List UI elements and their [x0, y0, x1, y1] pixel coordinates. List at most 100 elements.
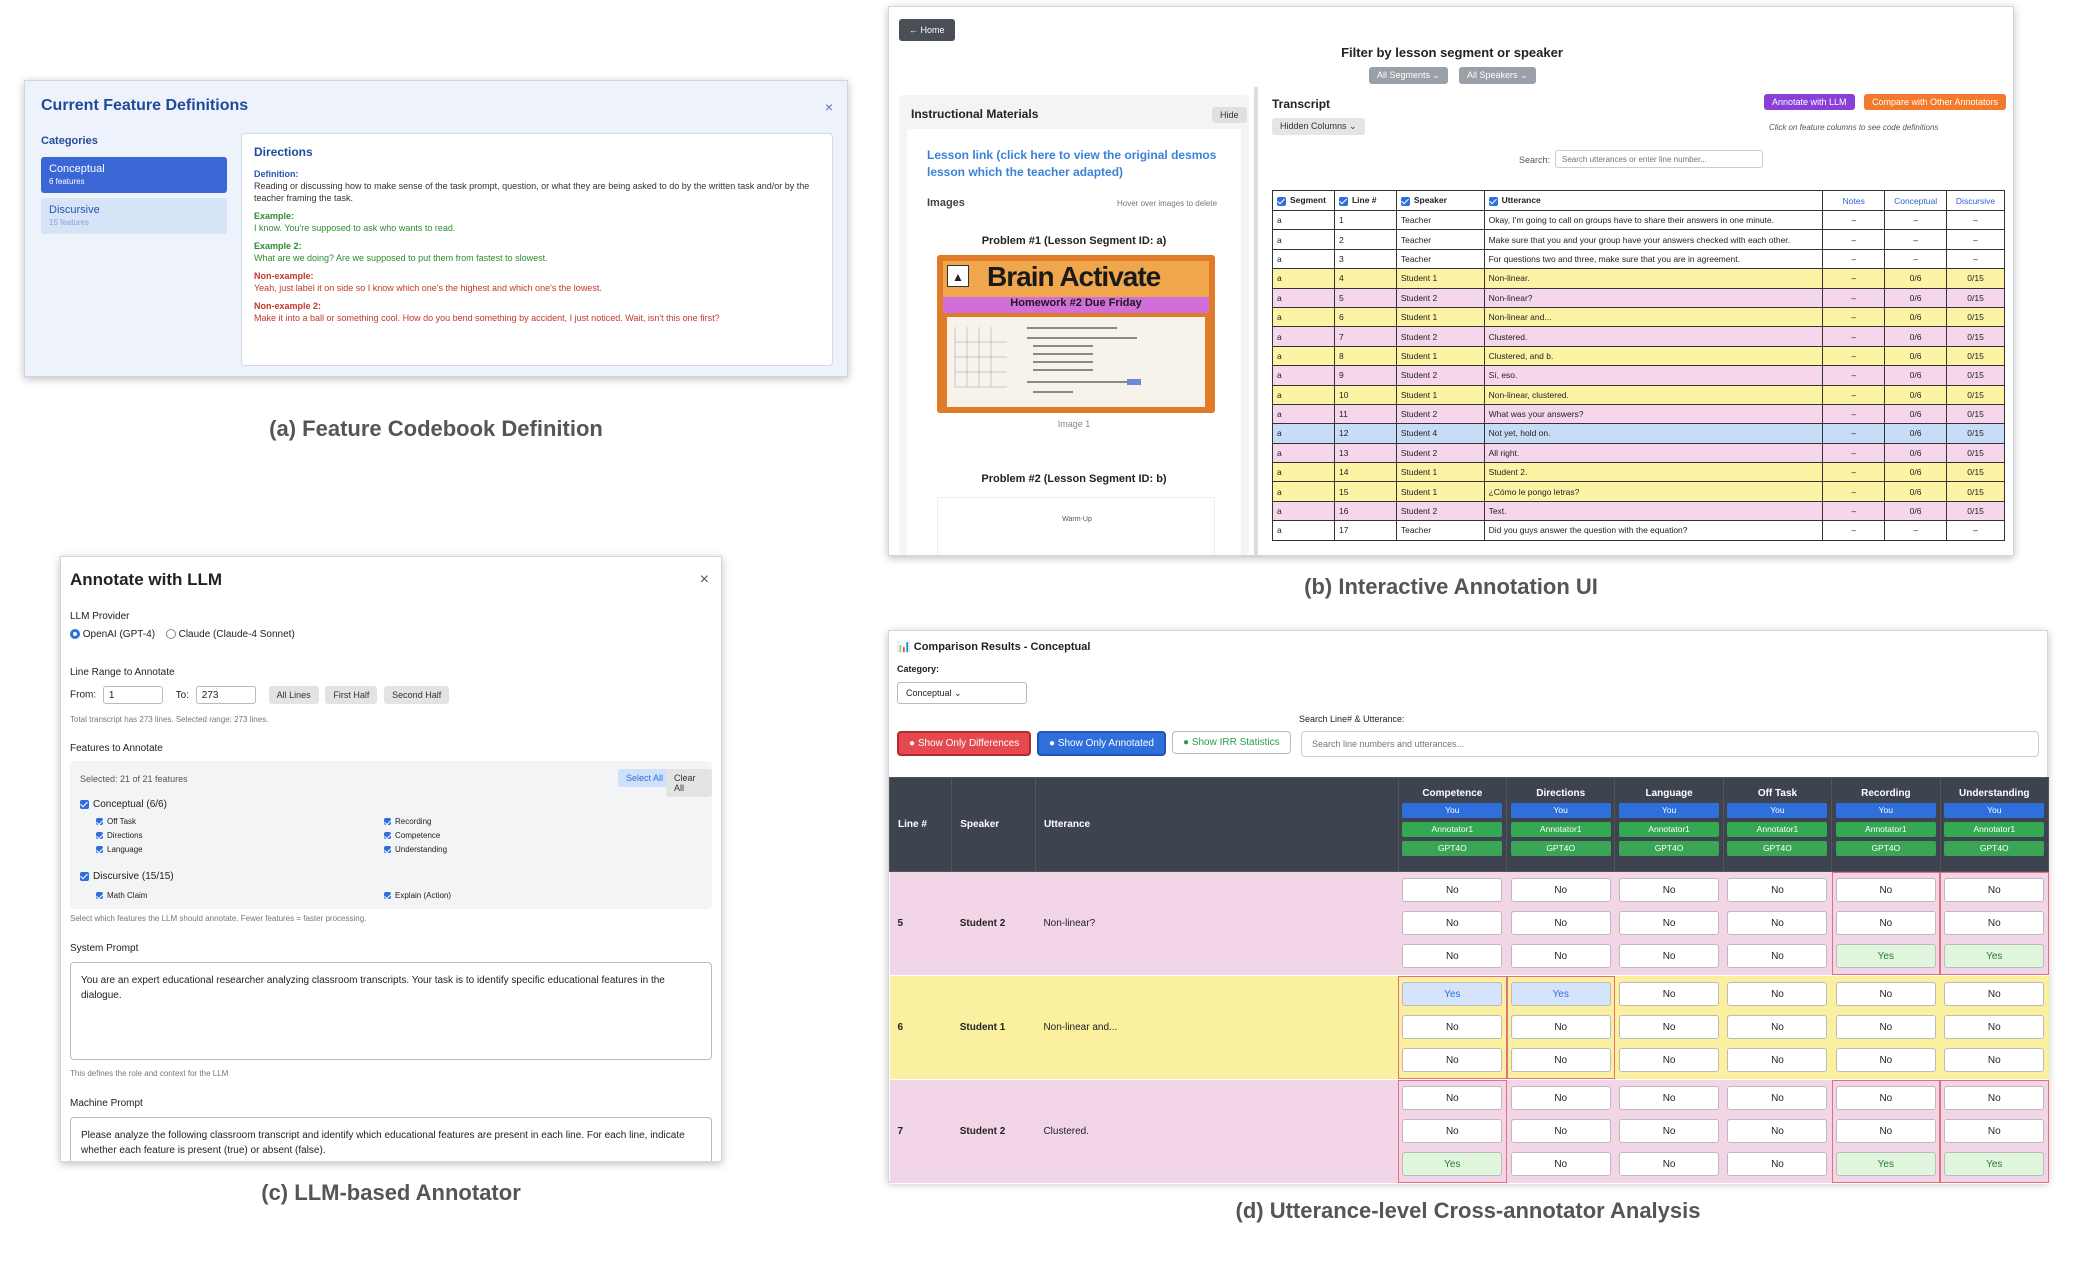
- select-all-button[interactable]: Select All: [618, 769, 672, 787]
- annotation-value[interactable]: No: [1402, 1086, 1503, 1110]
- transcript-cell[interactable]: –: [1946, 248, 2005, 270]
- feature-off-task[interactable]: Off Task: [96, 817, 136, 826]
- transcript-cell[interactable]: 0/6: [1884, 423, 1948, 444]
- annotation-value[interactable]: Yes: [1944, 1152, 2045, 1176]
- transcript-cell[interactable]: 0/15: [1946, 345, 2005, 367]
- transcript-cell[interactable]: 0/6: [1884, 268, 1948, 289]
- all-lines-button[interactable]: All Lines: [268, 686, 319, 704]
- transcript-cell[interactable]: –: [1822, 423, 1886, 444]
- transcript-cell[interactable]: –: [1822, 384, 1886, 405]
- category-discursive[interactable]: Discursive 15 features: [41, 198, 227, 234]
- annotation-value[interactable]: No: [1944, 1048, 2045, 1072]
- category-conceptual[interactable]: Conceptual 6 features: [41, 157, 227, 193]
- transcript-cell[interactable]: –: [1822, 481, 1886, 502]
- annotation-value[interactable]: No: [1727, 878, 1828, 902]
- machine-prompt-textarea[interactable]: Please analyze the following classroom t…: [70, 1117, 712, 1161]
- transcript-cell[interactable]: –: [1946, 229, 2005, 250]
- transcript-cell[interactable]: 0/15: [1946, 287, 2005, 308]
- annotation-value[interactable]: No: [1510, 1152, 1611, 1176]
- annotation-value[interactable]: No: [1510, 1048, 1611, 1072]
- transcript-row[interactable]: a 12 Student 4 Not yet, hold on. –0/6 0/15: [1272, 423, 2005, 444]
- annotation-value[interactable]: Yes: [1402, 982, 1503, 1006]
- annotation-value[interactable]: No: [1944, 911, 2045, 935]
- category-select[interactable]: Conceptual ⌄: [897, 682, 1027, 704]
- transcript-cell[interactable]: –: [1822, 268, 1886, 289]
- transcript-cell[interactable]: 0/6: [1884, 481, 1948, 502]
- transcript-cell[interactable]: –: [1822, 442, 1886, 464]
- annotation-value[interactable]: No: [1619, 1119, 1720, 1143]
- transcript-row[interactable]: a 3 Teacher For questions two and three, ma…: [1272, 248, 2005, 270]
- annotation-value[interactable]: No: [1835, 878, 1936, 902]
- feature-competence[interactable]: Competence: [384, 831, 440, 840]
- transcript-row[interactable]: a 16 Student 2 Text. –0/6 0/15: [1272, 500, 2005, 522]
- transcript-cell[interactable]: 0/15: [1946, 481, 2005, 502]
- transcript-cell[interactable]: 0/15: [1946, 500, 2005, 522]
- transcript-cell[interactable]: 0/6: [1884, 500, 1948, 522]
- col-utterance[interactable]: Utterance: [1483, 190, 1824, 211]
- annotation-value[interactable]: No: [1402, 944, 1503, 968]
- annotation-value[interactable]: No: [1619, 1152, 1720, 1176]
- transcript-cell[interactable]: –: [1822, 326, 1886, 347]
- annotation-value[interactable]: No: [1835, 982, 1936, 1006]
- transcript-table-wrap[interactable]: Segment Line # Speaker Utterance Notes C…: [1272, 190, 2007, 542]
- transcript-cell[interactable]: –: [1822, 229, 1886, 250]
- transcript-cell[interactable]: –: [1822, 248, 1886, 270]
- annotation-value[interactable]: No: [1619, 1086, 1720, 1110]
- annotation-value[interactable]: No: [1835, 1086, 1936, 1110]
- col-segment[interactable]: Segment: [1272, 190, 1335, 211]
- feature-language[interactable]: Language: [96, 845, 143, 854]
- transcript-row[interactable]: a 9 Student 2 Sí, eso. –0/6 0/15: [1272, 365, 2005, 386]
- col-line[interactable]: Line #: [1333, 190, 1397, 211]
- transcript-cell[interactable]: 0/15: [1946, 384, 2005, 405]
- transcript-cell[interactable]: –: [1884, 229, 1948, 250]
- show-irr-button[interactable]: ● Show IRR Statistics: [1172, 731, 1291, 754]
- transcript-cell[interactable]: 0/15: [1946, 462, 2005, 483]
- transcript-row[interactable]: a 7 Student 2 Clustered. –0/6 0/15: [1272, 326, 2005, 347]
- annotation-value[interactable]: No: [1835, 1015, 1936, 1039]
- transcript-row[interactable]: a 5 Student 2 Non-linear? –0/6 0/15: [1272, 287, 2005, 308]
- clear-all-button[interactable]: Clear All: [666, 769, 712, 797]
- show-annotated-button[interactable]: ● Show Only Annotated: [1037, 731, 1166, 756]
- feature-explain-action[interactable]: Explain (Action): [384, 891, 451, 900]
- hidden-columns-dropdown[interactable]: Hidden Columns ⌄: [1272, 118, 1365, 135]
- annotation-value[interactable]: No: [1402, 911, 1503, 935]
- annotation-value[interactable]: Yes: [1835, 944, 1936, 968]
- annotation-value[interactable]: No: [1727, 1086, 1828, 1110]
- transcript-cell[interactable]: 0/6: [1884, 345, 1948, 367]
- transcript-cell[interactable]: –: [1822, 306, 1886, 328]
- annotation-value[interactable]: No: [1727, 1015, 1828, 1039]
- close-icon[interactable]: ×: [825, 99, 833, 115]
- transcript-cell[interactable]: –: [1822, 520, 1886, 541]
- transcript-cell[interactable]: –: [1822, 500, 1886, 522]
- annotation-value[interactable]: No: [1402, 878, 1503, 902]
- transcript-cell[interactable]: 0/15: [1946, 403, 2005, 425]
- annotation-value[interactable]: Yes: [1835, 1152, 1936, 1176]
- annotation-value[interactable]: Yes: [1944, 944, 2045, 968]
- transcript-cell[interactable]: 0/15: [1946, 423, 2005, 444]
- transcript-row[interactable]: a 10 Student 1 Non-linear, clustered. –0/6 0/…: [1272, 384, 2005, 405]
- feature-directions[interactable]: Directions: [96, 831, 143, 840]
- annotation-value[interactable]: No: [1727, 944, 1828, 968]
- transcript-cell[interactable]: 0/15: [1946, 268, 2005, 289]
- annotation-value[interactable]: No: [1619, 911, 1720, 935]
- annotation-value[interactable]: No: [1944, 1015, 2045, 1039]
- annotation-value[interactable]: No: [1402, 1048, 1503, 1072]
- annotation-value[interactable]: No: [1619, 982, 1720, 1006]
- transcript-cell[interactable]: –: [1946, 209, 2005, 231]
- transcript-cell[interactable]: 0/15: [1946, 365, 2005, 386]
- annotation-value[interactable]: No: [1944, 1086, 2045, 1110]
- annotation-value[interactable]: No: [1619, 1048, 1720, 1072]
- transcript-cell[interactable]: –: [1822, 345, 1886, 367]
- close-icon[interactable]: ×: [700, 571, 709, 589]
- transcript-cell[interactable]: 0/6: [1884, 442, 1948, 464]
- lesson-link[interactable]: Lesson link (click here to view the orig…: [927, 147, 1227, 181]
- radio-openai[interactable]: [70, 629, 80, 640]
- transcript-cell[interactable]: 0/6: [1884, 306, 1948, 328]
- first-half-button[interactable]: First Half: [325, 686, 378, 704]
- col-notes[interactable]: Notes: [1822, 190, 1886, 211]
- feature-math-claim[interactable]: Math Claim: [96, 891, 147, 900]
- problem2-image[interactable]: Warm-Up: [937, 497, 1215, 555]
- panel-divider[interactable]: [1254, 87, 1258, 555]
- transcript-row[interactable]: a 15 Student 1 ¿Cómo le pongo letras? –0/6 0/…: [1272, 481, 2005, 502]
- annotation-value[interactable]: No: [1835, 1048, 1936, 1072]
